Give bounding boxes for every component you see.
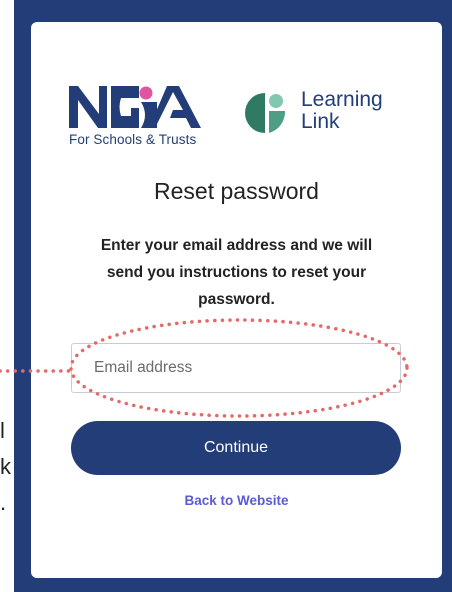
learning-link-line1: Learning: [301, 88, 383, 111]
reset-password-card: For Schools & Trusts Learning Link Reset…: [31, 22, 442, 578]
back-to-website-link[interactable]: Back to Website: [31, 493, 442, 508]
page-title: Reset password: [154, 178, 319, 204]
nga-tagline: For Schools & Trusts: [69, 132, 197, 147]
learning-link-line2: Link: [301, 110, 340, 133]
edge-glyph: l: [0, 418, 5, 443]
learning-link-icon: [245, 93, 286, 133]
continue-button[interactable]: Continue: [71, 421, 401, 475]
nga-logo-icon: [69, 86, 201, 128]
edge-glyph: .: [0, 490, 7, 515]
nga-logo: For Schools & Trusts: [69, 86, 219, 152]
email-input[interactable]: [71, 343, 401, 393]
instructions-text: Enter your email address and we will sen…: [100, 237, 373, 308]
edge-glyph: k: [0, 454, 11, 479]
learning-link-logo: Learning Link: [243, 89, 413, 135]
logo-row: For Schools & Trusts Learning Link: [69, 86, 409, 152]
